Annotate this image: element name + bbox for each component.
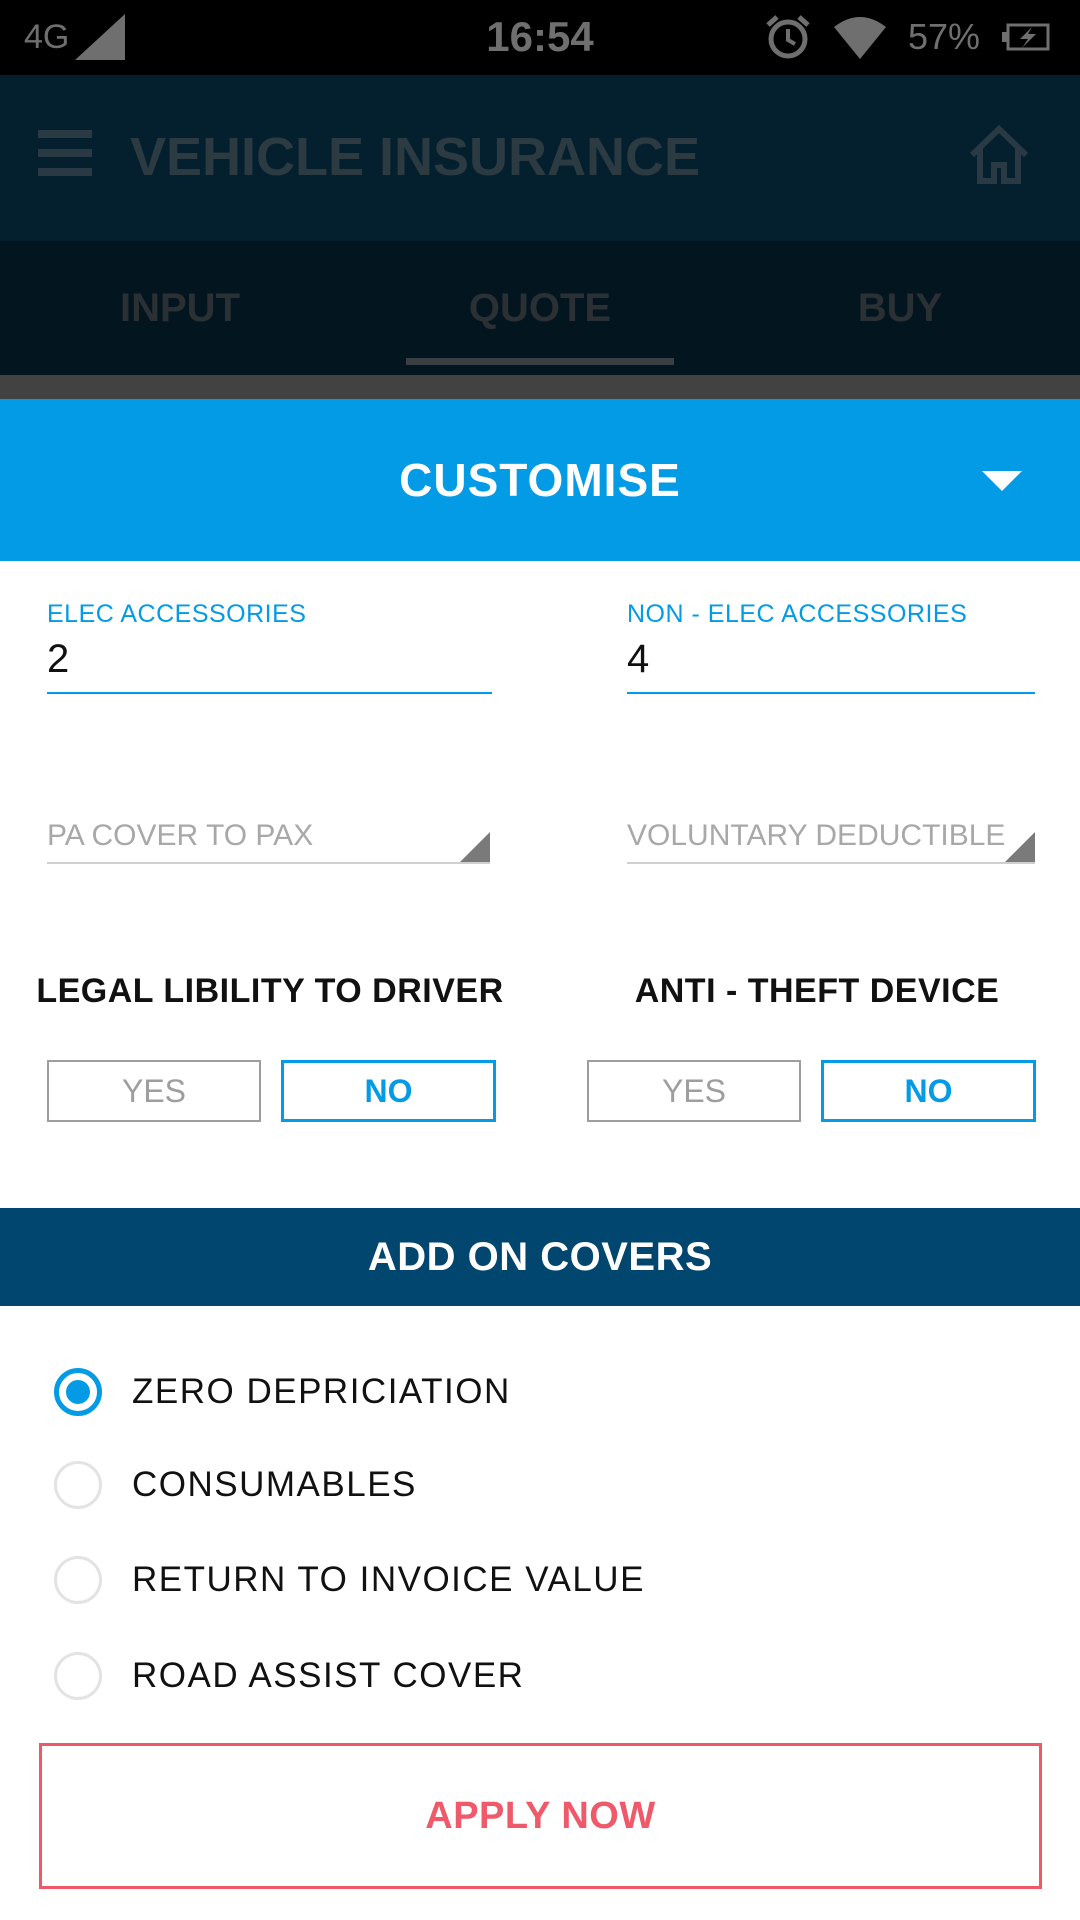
tab-bar: INPUT QUOTE BUY: [0, 241, 1080, 375]
radio-option-consumables[interactable]: CONSUMABLES: [54, 1455, 417, 1515]
customise-title: CUSTOMISE: [399, 454, 681, 506]
apply-now-button[interactable]: APPLY NOW: [39, 1743, 1042, 1889]
dropdown-arrow-icon: [1005, 832, 1035, 862]
voluntary-deductible-select[interactable]: VOLUNTARY DEDUCTIBLE: [627, 814, 1035, 864]
non-elec-accessories-field: NON - ELEC ACCESSORIES: [627, 600, 1035, 694]
home-icon[interactable]: [968, 125, 1030, 185]
app-title: VEHICLE INSURANCE: [130, 127, 701, 187]
radio-label: RETURN TO INVOICE VALUE: [132, 1560, 645, 1599]
customise-header[interactable]: CUSTOMISE: [0, 399, 1080, 561]
pa-cover-select[interactable]: PA COVER TO PAX: [47, 814, 490, 864]
battery-percent: 57%: [907, 16, 980, 57]
elec-accessories-label: ELEC ACCESSORIES: [47, 600, 307, 628]
non-elec-accessories-input[interactable]: [627, 629, 1035, 694]
wifi-icon: [833, 17, 886, 59]
app-bar: VEHICLE INSURANCE: [0, 75, 1080, 241]
legal-liability-no-button[interactable]: NO: [281, 1060, 496, 1122]
radio-option-road-assist[interactable]: ROAD ASSIST COVER: [54, 1646, 524, 1706]
radio-option-return-to-invoice[interactable]: RETURN TO INVOICE VALUE: [54, 1550, 645, 1610]
scrim-divider: [0, 375, 1080, 399]
tab-input[interactable]: INPUT: [0, 241, 360, 375]
radio-button[interactable]: [54, 1556, 102, 1604]
dropdown-arrow-icon: [460, 832, 490, 862]
anti-theft-label: ANTI - THEFT DEVICE: [634, 972, 1000, 1010]
apply-now-label: APPLY NOW: [425, 1794, 656, 1837]
radio-label: ROAD ASSIST COVER: [132, 1656, 525, 1695]
elec-accessories-field: ELEC ACCESSORIES: [47, 600, 492, 694]
anti-theft-yes-button[interactable]: YES: [587, 1060, 801, 1122]
voluntary-deductible-value: VOLUNTARY DEDUCTIBLE: [627, 819, 1006, 852]
add-on-covers-header: ADD ON COVERS: [0, 1208, 1080, 1306]
anti-theft-no-button[interactable]: NO: [821, 1060, 1036, 1122]
non-elec-accessories-label: NON - ELEC ACCESSORIES: [627, 600, 968, 628]
radio-label: ZERO DEPRICIATION: [132, 1372, 511, 1411]
hamburger-menu-icon[interactable]: [38, 130, 92, 176]
tab-quote[interactable]: QUOTE: [360, 241, 720, 375]
legal-liability-label: LEGAL LIBILITY TO DRIVER: [36, 972, 504, 1010]
radio-button[interactable]: [54, 1652, 102, 1700]
legal-liability-yes-button[interactable]: YES: [47, 1060, 261, 1122]
radio-button[interactable]: [54, 1368, 102, 1416]
tab-buy[interactable]: BUY: [720, 241, 1080, 375]
radio-label: CONSUMABLES: [132, 1465, 417, 1504]
elec-accessories-input[interactable]: [47, 629, 492, 694]
radio-option-zero-depreciation[interactable]: ZERO DEPRICIATION: [54, 1362, 511, 1422]
pa-cover-value: PA COVER TO PAX: [47, 819, 314, 852]
caret-down-icon[interactable]: [982, 471, 1022, 491]
alarm-icon: [766, 15, 810, 59]
add-on-covers-title: ADD ON COVERS: [367, 1234, 713, 1279]
battery-charging-icon: [1002, 23, 1050, 51]
status-bar: 4G 16:54 57%: [0, 0, 1080, 75]
radio-button[interactable]: [54, 1461, 102, 1509]
